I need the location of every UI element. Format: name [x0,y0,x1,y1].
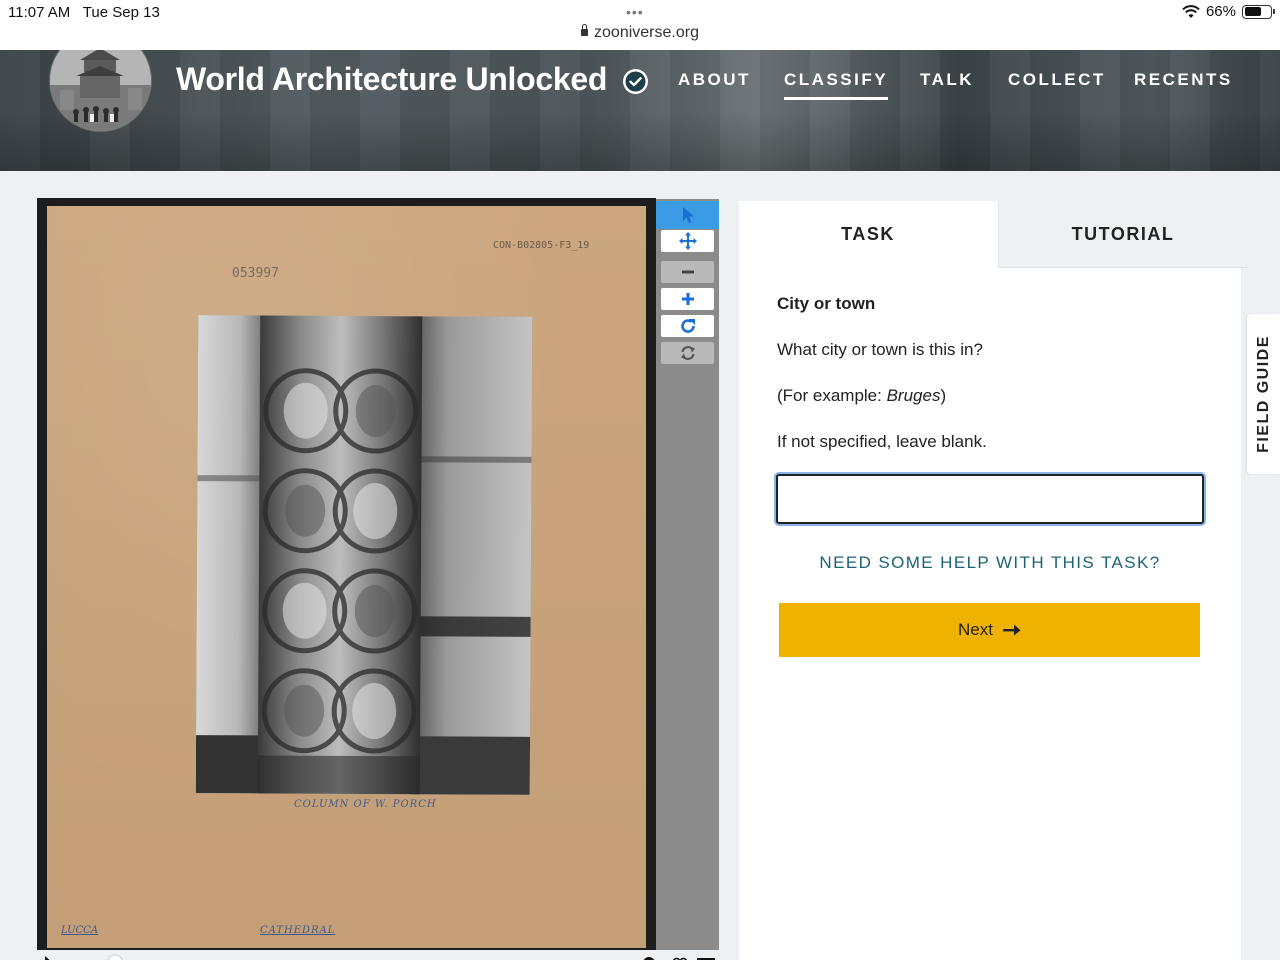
play-icon [45,956,50,960]
photo-caption: COLUMN OF W. PORCH [294,799,437,810]
status-bar: 11:07 AM Tue Sep 13 ••• zooniverse.org 6… [0,0,1280,50]
task-question: What city or town is this in? [777,340,983,359]
wifi-icon [1182,4,1200,19]
column-photograph [195,315,533,795]
field-guide-tab[interactable]: FIELD GUIDE [1247,314,1280,474]
example-suffix: ) [940,386,947,405]
example-prefix: (For example: [777,386,887,405]
project-header: World Architecture Unlocked ABOUT CLASSI… [0,50,1280,171]
building-label: CATHEDRAL [260,925,336,936]
battery-fill [1244,7,1261,16]
lock-icon [581,24,589,36]
subject-viewer[interactable]: CON-B02805-F3_19 053997 COLUMN OF W. POR… [37,198,656,950]
next-label: Next [958,620,993,639]
clock-date: Tue Sep 13 [82,4,160,21]
nav-classify[interactable]: CLASSIFY [784,70,889,100]
nav-talk[interactable]: TALK [920,70,974,90]
rotate-button[interactable] [661,315,714,337]
battery-icon [1242,4,1275,19]
banner-shade [0,111,1280,171]
multitasking-dots-icon[interactable]: ••• [626,4,644,20]
tab-tutorial[interactable]: TUTORIAL [998,201,1247,268]
city-answer-input[interactable] [776,474,1204,524]
accession-number: 053997 [232,266,279,281]
task-instruction: If not specified, leave blank. [777,432,987,451]
location-label: LUCCA [61,925,99,936]
zoom-out-button[interactable] [661,261,714,283]
zoom-in-icon [681,293,694,305]
field-guide-label: FIELD GUIDE [1254,335,1272,453]
image-toolbar [656,199,719,950]
move-tool-icon [678,232,697,250]
scrubber-handle [107,954,123,960]
nav-recents[interactable]: RECENTS [1134,70,1233,90]
zoom-in-button[interactable] [661,288,714,310]
reset-icon [680,346,695,360]
clock-time: 11:07 AM [8,4,71,21]
status-indicators: 66% [1182,3,1275,20]
task-help-link[interactable]: NEED SOME HELP WITH THIS TASK? [739,553,1241,573]
url-text: zooniverse.org [594,24,699,41]
move-tool-button[interactable] [661,230,714,252]
subject-controls [37,950,719,960]
nav-about[interactable]: ABOUT [678,70,751,90]
pointer-tool-button[interactable] [656,201,719,229]
address-bar[interactable]: zooniverse.org [0,24,1280,42]
status-time: 11:07 AM Tue Sep 13 [8,4,160,21]
tab-task[interactable]: TASK [739,201,997,268]
verified-badge-icon [623,69,648,94]
subject-image[interactable]: CON-B02805-F3_19 053997 COLUMN OF W. POR… [47,206,646,948]
task-example: (For example: Bruges) [777,386,946,406]
nav-collect[interactable]: COLLECT [1008,70,1106,90]
next-button[interactable]: Next [779,603,1200,657]
pointer-tool-icon [682,207,694,223]
task-panel: TASK TUTORIAL City or town What city or … [739,201,1247,960]
task-title: City or town [777,294,876,313]
battery-percent: 66% [1205,3,1236,20]
project-title[interactable]: World Architecture Unlocked [176,61,607,98]
catalog-code: CON-B02805-F3_19 [493,240,590,251]
rotate-icon [680,319,695,333]
zoom-out-icon [681,270,694,274]
reset-button[interactable] [661,342,714,364]
arrow-right-icon [1002,624,1021,636]
example-value: Bruges [886,386,941,405]
